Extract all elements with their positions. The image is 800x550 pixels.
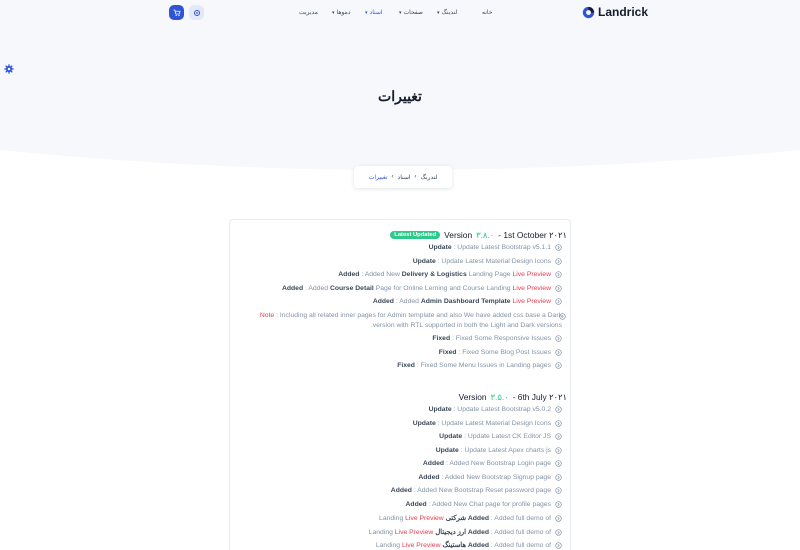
breadcrumb-home[interactable]: لندریگ <box>421 174 438 181</box>
landrick-logo-icon <box>582 6 595 18</box>
nav-pages-label: صفحات <box>403 10 423 16</box>
brand-name: Landrick <box>598 5 649 19</box>
arrow-circle-icon <box>555 298 562 305</box>
chevron-left-icon: › <box>391 174 394 180</box>
note-label: Note <box>259 312 275 319</box>
nav-demos-label: دموها <box>336 10 351 16</box>
arrow-circle-icon <box>555 487 562 494</box>
arrow-circle-icon <box>555 258 562 265</box>
list-item: Fixed : Fixed Some Blog Post Issues <box>439 349 562 356</box>
arrow-circle-icon <box>555 541 562 549</box>
arrow-circle-icon <box>555 244 562 251</box>
brand-logo[interactable]: Landrick <box>582 5 648 19</box>
arrow-circle-icon <box>555 362 562 369</box>
settings-button[interactable] <box>189 5 204 20</box>
nav-home[interactable]: خانه <box>482 9 492 16</box>
list-item: Update : Update Latest CK Editor JS <box>439 433 562 440</box>
arrow-circle-icon <box>555 447 562 454</box>
list-item: Added : Added Admin Dashboard Template L… <box>373 298 562 305</box>
list-item: Update : Update Latest Bootstrap v5.1.1 <box>429 244 562 251</box>
arrow-circle-icon <box>555 514 562 522</box>
arrow-circle-icon <box>555 406 562 413</box>
version-heading: Latest Updated Version ۳.۸.۰ - 1st Octob… <box>390 230 567 240</box>
arrow-circle-icon <box>555 474 562 481</box>
nav-landings-label: لندینگ <box>441 10 458 16</box>
version-date: - 6th July ۲۰۲۱ <box>512 392 567 402</box>
version-number: ۳.۸.۰ <box>476 230 495 240</box>
version-date: - 1st October ۲۰۲۱ <box>498 230 567 240</box>
version-label: Version <box>444 230 473 240</box>
arrow-circle-icon <box>555 528 562 536</box>
live-preview-link[interactable]: Live Preview <box>405 515 444 522</box>
page-title: تغییرات <box>378 88 422 104</box>
live-preview-link[interactable]: Live Preview <box>512 285 551 292</box>
list-item: Added : Added New Bootstrap Reset passwo… <box>391 487 562 494</box>
arrow-circle-icon <box>555 271 562 278</box>
nav-admin-label: مدیریت <box>299 10 318 16</box>
version-number: ۳.۵.۰ <box>490 392 509 402</box>
arrow-circle-icon <box>555 285 562 292</box>
style-switcher-gear-icon[interactable] <box>4 64 14 74</box>
arrow-circle-icon <box>555 501 562 508</box>
breadcrumb: لندریگ › اسناد › تغییرات <box>354 166 452 188</box>
nav-admin[interactable]: مدیریت <box>299 9 318 16</box>
arrow-circle-icon <box>555 335 562 342</box>
arrow-circle-icon <box>555 420 562 427</box>
chevron-down-icon: ▾ <box>399 9 402 16</box>
version-label: Version <box>458 392 487 402</box>
list-item: Added : Added New Bootstrap Login page <box>423 460 562 467</box>
status-badge: Latest Updated <box>390 231 441 239</box>
shopping-cart-icon <box>173 9 181 16</box>
list-item: Added : Added New Delivery & Logistics L… <box>338 271 562 278</box>
nav-docs-label: اسناد <box>369 10 383 16</box>
list-item: Fixed : Fixed Some Menu Issues in Landin… <box>397 362 562 369</box>
live-preview-link[interactable]: Live Preview <box>512 298 551 305</box>
list-item: Update : Update Latest Apex charts js <box>436 447 562 454</box>
chevron-left-icon: › <box>414 174 417 180</box>
list-item: Update : Update Latest Material Design I… <box>413 258 562 265</box>
note-text: : Including all related inner pages for … <box>276 312 562 319</box>
live-preview-link[interactable]: Live Preview <box>512 271 551 278</box>
nav-landings[interactable]: ▾ لندینگ <box>437 9 458 17</box>
live-preview-link[interactable]: Live Preview <box>395 529 434 536</box>
list-item: Update : Update Latest Material Design I… <box>413 420 562 427</box>
breadcrumb-docs[interactable]: اسناد <box>398 174 411 181</box>
nav-pages[interactable]: ▾ صفحات <box>399 9 423 17</box>
list-item: Update : Update Latest Bootstrap v5.0.2 <box>429 406 562 413</box>
list-item: Added : Added Course Detail Page for Onl… <box>282 285 562 292</box>
note-text-2: .version with RTL supported in both the … <box>370 322 562 329</box>
nav-docs[interactable]: ▾ اسناد <box>365 9 383 17</box>
cart-button[interactable] <box>169 5 184 20</box>
nav-demos[interactable]: ▾ دموها <box>332 9 351 17</box>
arrow-circle-icon <box>555 433 562 440</box>
chevron-down-icon: ▾ <box>437 9 440 16</box>
list-item: Fixed : Fixed Some Responsive Issues <box>432 335 562 342</box>
arrow-circle-icon <box>555 349 562 356</box>
note-item: Note : Including all related inner pages… <box>232 311 566 331</box>
nav-home-label: خانه <box>482 10 493 16</box>
arrow-circle-icon <box>555 460 562 467</box>
top-navbar: Landrick خانه ▾ لندینگ ▾ صفحات ▾ اسناد ▾ دمو… <box>0 0 800 26</box>
gear-icon <box>193 9 200 16</box>
breadcrumb-current: تغییرات <box>368 174 388 181</box>
arrow-circle-icon <box>559 313 566 320</box>
live-preview-link[interactable]: Live Preview <box>402 542 441 549</box>
list-item: Added : Added New Bootstrap Signup page <box>418 474 562 481</box>
list-item: Landing Live Preview شرکتی Added : Added… <box>379 514 562 522</box>
chevron-down-icon: ▾ <box>332 9 335 16</box>
list-item: Landing Live Preview هاستینگ Added : Add… <box>376 541 562 549</box>
version-heading: Version ۳.۵.۰ - 6th July ۲۰۲۱ <box>459 392 567 402</box>
list-item: Added : Added New Chat page for profile … <box>406 501 562 508</box>
chevron-down-icon: ▾ <box>365 9 368 16</box>
list-item: Landing Live Preview ارز دیجیتال Added :… <box>369 528 562 536</box>
